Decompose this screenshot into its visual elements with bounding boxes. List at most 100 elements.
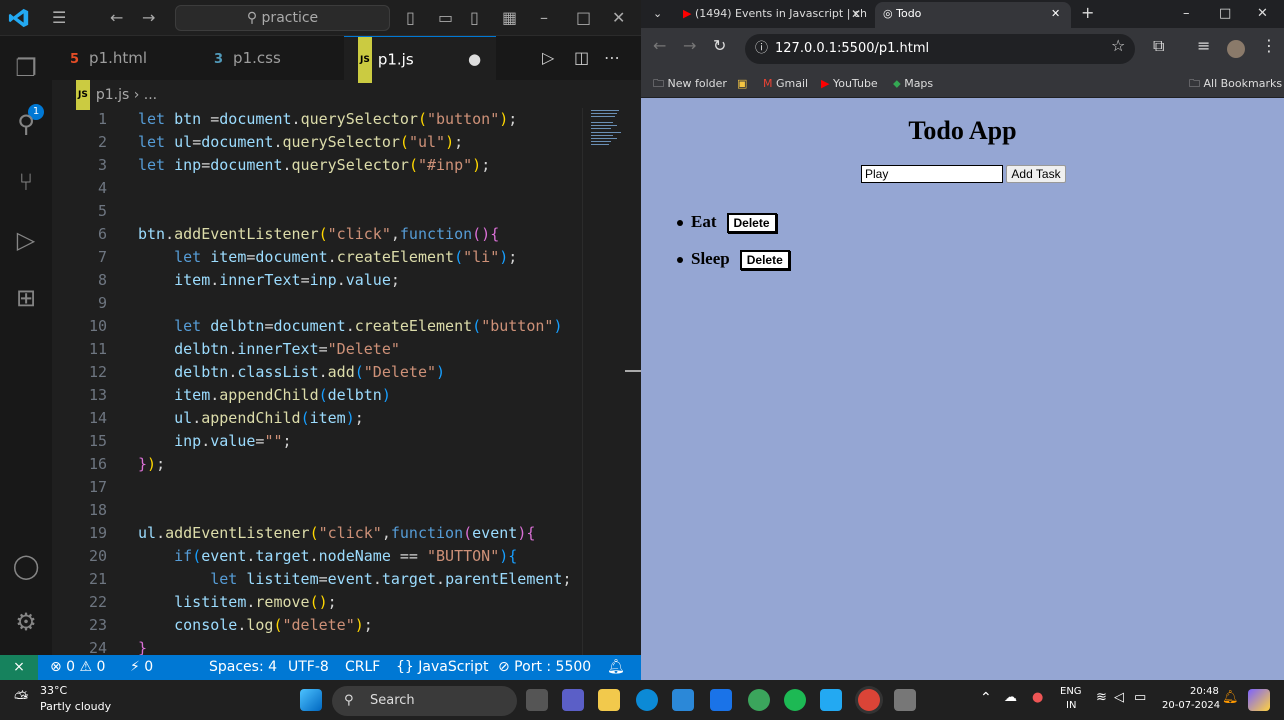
extensions-icon[interactable]: ⊞	[12, 284, 40, 312]
split-editor-icon[interactable]: ◫	[574, 48, 589, 68]
customize-layout-icon[interactable]: ▦	[502, 8, 517, 28]
code-line[interactable]: 17	[52, 476, 582, 499]
tab-p1-js[interactable]: JS p1.js ●	[344, 36, 496, 83]
toggle-sidebar-icon[interactable]: ▯	[406, 8, 415, 28]
code-line[interactable]: 19 ul.addEventListener("click",function(e…	[52, 522, 582, 545]
menu-icon[interactable]: ☰	[52, 8, 66, 28]
vscode-icon[interactable]	[820, 689, 842, 711]
search-icon[interactable]: ⚲	[12, 110, 40, 138]
code-line[interactable]: 22 listitem.remove();	[52, 591, 582, 614]
source-control-icon[interactable]: ⑂	[12, 168, 40, 196]
code-line[interactable]: 16});	[52, 453, 582, 476]
code-line[interactable]: 9	[52, 292, 582, 315]
minimap[interactable]	[582, 108, 641, 655]
close-tab-icon[interactable]: ✕	[1051, 2, 1060, 26]
code-line[interactable]: 10 let delbtn=document.createElement("bu…	[52, 315, 582, 338]
encoding-status[interactable]: UTF-8	[288, 655, 329, 680]
code-line[interactable]: 1 let btn =document.querySelector("button…	[52, 108, 582, 131]
mic-icon[interactable]: ●	[1032, 690, 1043, 705]
bell-icon[interactable]: 🔔︎	[607, 655, 625, 680]
breadcrumb-symbol[interactable]: ...	[144, 87, 157, 103]
tab-todo[interactable]: ◎ Todo ✕	[875, 2, 1071, 28]
bookmark-youtube[interactable]: ▶ YouTube	[821, 73, 878, 95]
tab-p1-css[interactable]: 3 p1.css	[194, 36, 334, 80]
code-line[interactable]: 13 item.appendChild(delbtn)	[52, 384, 582, 407]
account-icon[interactable]: ◯	[12, 552, 40, 580]
unsaved-dot-icon[interactable]: ●	[468, 37, 481, 81]
task-input[interactable]: Play	[861, 165, 1003, 183]
avatar[interactable]	[1227, 40, 1245, 58]
close-icon[interactable]: ✕	[612, 8, 625, 28]
bookmark-maps[interactable]: ⬥ Maps	[893, 73, 933, 95]
run-icon[interactable]: ▷	[542, 48, 554, 68]
chevron-up-icon[interactable]: ⌃	[980, 690, 992, 706]
notification-icon[interactable]: 🔔︎	[1222, 690, 1239, 705]
address-bar[interactable]: ⓘ 127.0.0.1:5500/p1.html	[745, 34, 1135, 64]
forward-icon[interactable]: →	[142, 8, 155, 28]
minimize-icon[interactable]: –	[1183, 4, 1190, 24]
clock-date[interactable]: 20-07-2024	[1162, 700, 1220, 711]
code-line[interactable]: 8 item.innerText=inp.value;	[52, 269, 582, 292]
file-explorer-icon[interactable]	[598, 689, 620, 711]
delete-button[interactable]: Delete	[726, 213, 777, 234]
code-line[interactable]: 14 ul.appendChild(item);	[52, 407, 582, 430]
bookmark-new-folder[interactable]: 🗀︎ New folder	[653, 73, 727, 95]
indentation-status[interactable]: Spaces: 4	[209, 655, 277, 680]
bookmark-gmail[interactable]: M Gmail	[763, 73, 808, 95]
volume-icon[interactable]: ◁	[1114, 690, 1124, 705]
new-tab-icon[interactable]: +	[1081, 3, 1094, 23]
run-debug-icon[interactable]: ▷	[12, 226, 40, 254]
store-icon[interactable]	[672, 689, 694, 711]
ports-status[interactable]: ⚡ 0	[130, 655, 153, 680]
all-bookmarks[interactable]: 🗀︎ All Bookmarks	[1189, 73, 1282, 95]
more-icon[interactable]: ⋮	[1261, 36, 1277, 56]
problems-status[interactable]: ⊗ 0 ⚠ 0	[50, 655, 105, 680]
language-1[interactable]: ENG	[1060, 686, 1082, 697]
chrome-icon[interactable]	[858, 689, 880, 711]
code-line[interactable]: 4	[52, 177, 582, 200]
code-line[interactable]: 6 btn.addEventListener("click",function()…	[52, 223, 582, 246]
media-icon[interactable]: ≡	[1197, 36, 1210, 56]
battery-icon[interactable]: ▭	[1134, 690, 1146, 705]
site-info-icon[interactable]: ⓘ	[755, 34, 768, 64]
app-icon[interactable]	[710, 689, 732, 711]
star-icon[interactable]: ☆	[1111, 36, 1125, 56]
code-line[interactable]: 12 delbtn.classList.add("Delete")	[52, 361, 582, 384]
code-line[interactable]: 15 inp.value="";	[52, 430, 582, 453]
code-line[interactable]: 18	[52, 499, 582, 522]
eol-status[interactable]: CRLF	[345, 655, 380, 680]
remote-icon[interactable]: ⨯	[0, 655, 38, 680]
code-line[interactable]: 5	[52, 200, 582, 223]
code-line[interactable]: 2 let ul=document.querySelector("ul");	[52, 131, 582, 154]
close-tab-icon[interactable]: ✕	[851, 4, 861, 24]
code-line[interactable]: 23 console.log("delete");	[52, 614, 582, 637]
minimize-icon[interactable]: –	[540, 8, 548, 28]
task-view-icon[interactable]	[526, 689, 548, 711]
tab-youtube[interactable]: ▶ (1494) Events in Javascript | cha	[677, 2, 867, 28]
code-line[interactable]: 7 let item=document.createElement("li");	[52, 246, 582, 269]
toggle-secondary-sidebar-icon[interactable]: ▯	[470, 8, 479, 28]
live-server-port[interactable]: ⊘ Port : 5500	[498, 655, 591, 680]
tab-search-icon[interactable]: ⌄	[653, 4, 662, 24]
bookmark-icon-app[interactable]: ▣	[737, 73, 747, 95]
reload-icon[interactable]: ↻	[713, 36, 726, 56]
language-status[interactable]: {} JavaScript	[396, 655, 488, 680]
code-line[interactable]: 3 let inp=document.querySelector("#inp");	[52, 154, 582, 177]
close-icon[interactable]: ✕	[1257, 4, 1268, 24]
code-editor[interactable]: 1 let btn =document.querySelector("button…	[52, 108, 582, 655]
snipping-tool-icon[interactable]	[894, 689, 916, 711]
maximize-icon[interactable]: □	[1219, 4, 1231, 24]
back-icon[interactable]: ←	[110, 8, 123, 28]
gear-icon[interactable]: ⚙	[12, 608, 40, 636]
toggle-panel-icon[interactable]: ▭	[438, 8, 453, 28]
wifi-icon[interactable]: ≋	[1096, 690, 1107, 705]
code-line[interactable]: 21 let listitem=event.target.parentEleme…	[52, 568, 582, 591]
edge-icon[interactable]	[636, 689, 658, 711]
tab-p1-html[interactable]: 5 p1.html	[52, 36, 192, 80]
clock-time[interactable]: 20:48	[1190, 686, 1219, 697]
add-task-button[interactable]: Add Task	[1006, 165, 1066, 183]
delete-button[interactable]: Delete	[739, 250, 790, 271]
explorer-icon[interactable]: ❐	[12, 54, 40, 82]
maximize-icon[interactable]: □	[576, 8, 591, 28]
taskbar-search[interactable]: ⚲ Search	[332, 686, 517, 716]
